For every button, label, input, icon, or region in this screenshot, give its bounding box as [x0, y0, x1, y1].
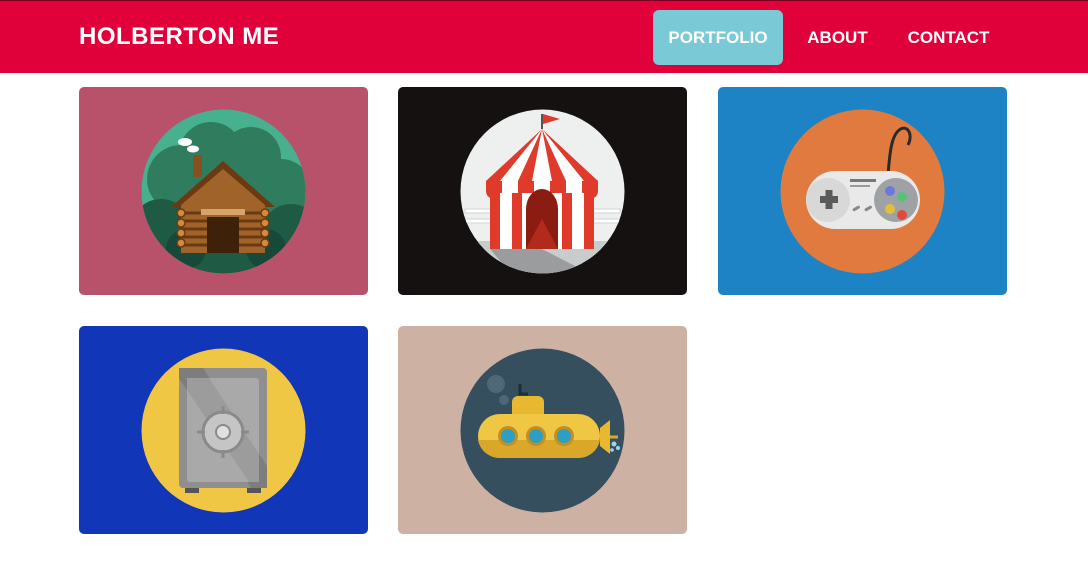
portfolio-item-controller[interactable]: [718, 87, 1007, 295]
navbar: HOLBERTON ME PORTFOLIO ABOUT CONTACT: [0, 0, 1088, 73]
game-controller-icon: [780, 109, 945, 274]
log-cabin-icon: [141, 109, 306, 274]
nav-link-about[interactable]: ABOUT: [795, 10, 880, 65]
portfolio-item-submarine[interactable]: [398, 326, 687, 534]
safe-icon: [141, 348, 306, 513]
site-brand[interactable]: HOLBERTON ME: [79, 1, 279, 73]
portfolio-item-cabin[interactable]: [79, 87, 368, 295]
submarine-icon: [460, 348, 625, 513]
nav-link-contact[interactable]: CONTACT: [896, 10, 1001, 65]
portfolio-item-circus[interactable]: [398, 87, 687, 295]
portfolio-item-safe[interactable]: [79, 326, 368, 534]
circus-tent-icon: [460, 109, 625, 274]
nav-link-portfolio[interactable]: PORTFOLIO: [653, 10, 783, 65]
